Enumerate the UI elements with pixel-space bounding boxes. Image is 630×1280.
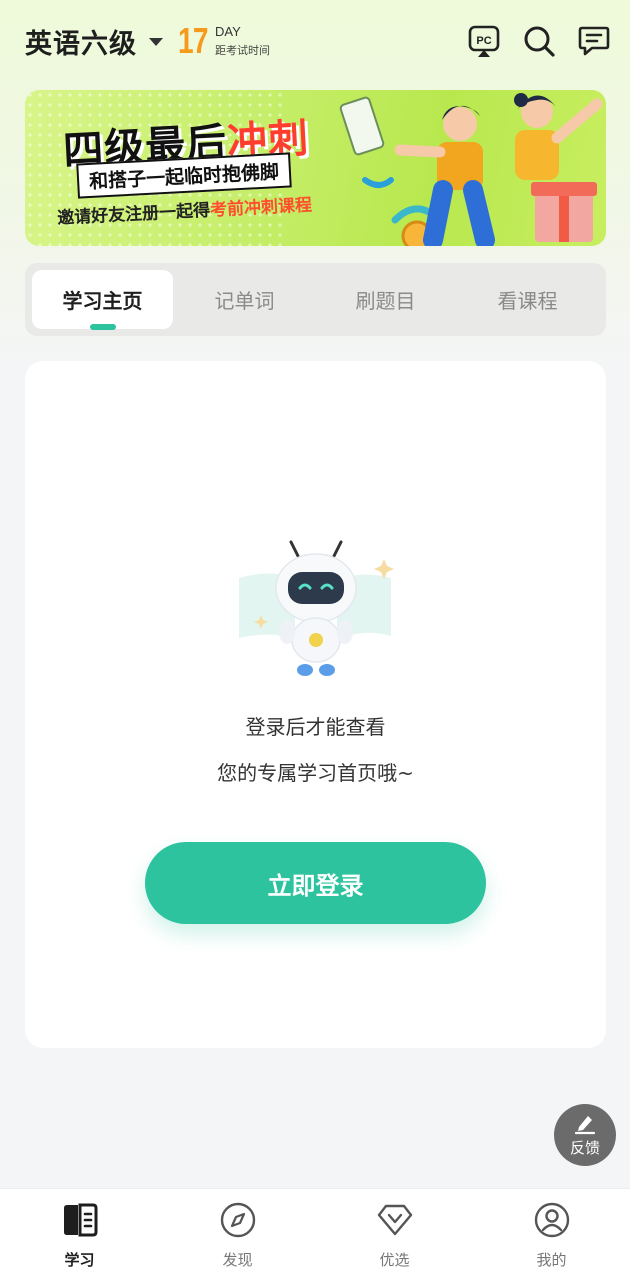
nav-label: 学习 [64,1251,95,1269]
user-icon [533,1201,571,1239]
nav-label: 发现 [222,1251,253,1269]
caret-down-icon [149,37,163,46]
feedback-label: 反馈 [569,1138,600,1157]
nav-item-featured[interactable]: 优选 [316,1189,473,1280]
tab-courses[interactable]: 看课程 [457,270,598,329]
top-header: 英语六级 17 DAY 距考试时间 PC [0,0,630,84]
countdown-days: 17 [178,20,208,61]
tab-vocabulary[interactable]: 记单词 [174,270,315,329]
feedback-button[interactable]: 反馈 [554,1104,616,1166]
tab-label: 记单词 [214,289,275,313]
bottom-nav: 学习 发现 优选 我的 [0,1188,630,1280]
tab-bar: 学习主页 记单词 刷题目 看课程 [25,263,606,336]
nav-label: 我的 [536,1251,567,1269]
nav-label: 优选 [379,1251,410,1269]
tab-label: 刷题目 [355,289,416,313]
tab-label: 看课程 [497,289,558,313]
tab-practice[interactable]: 刷题目 [315,270,456,329]
pen-icon [574,1115,596,1134]
nav-item-discover[interactable]: 发现 [159,1189,316,1280]
login-button[interactable]: 立即登录 [145,842,486,924]
promo-banner[interactable]: 四级最后冲刺 和搭子一起临时抱佛脚 邀请好友注册一起得考前冲刺课程 [25,90,606,246]
robot-mascot-icon [239,540,394,676]
banner-illustration [339,93,603,246]
compass-icon [219,1201,257,1239]
tab-label: 学习主页 [62,289,143,313]
login-prompt-line1: 登录后才能查看 [245,715,386,739]
exam-name: 英语六级 [25,29,137,60]
tab-study-home[interactable]: 学习主页 [32,270,173,329]
diamond-icon [376,1201,414,1239]
nav-item-study[interactable]: 学习 [1,1189,158,1280]
search-icon[interactable] [522,24,556,58]
exam-selector[interactable]: 英语六级 [25,22,163,61]
countdown-caption: 距考试时间 [215,44,270,57]
active-tab-indicator [90,324,116,330]
book-icon [61,1201,99,1239]
message-icon[interactable] [577,24,611,58]
login-prompt-line2: 您的专属学习首页哦~ [217,761,414,785]
svg-text:PC: PC [476,35,491,47]
nav-item-profile[interactable]: 我的 [473,1189,630,1280]
login-prompt-card: 登录后才能查看 您的专属学习首页哦~ 立即登录 [25,361,606,1048]
countdown-unit: DAY [215,24,241,39]
pc-icon[interactable]: PC [467,24,501,58]
